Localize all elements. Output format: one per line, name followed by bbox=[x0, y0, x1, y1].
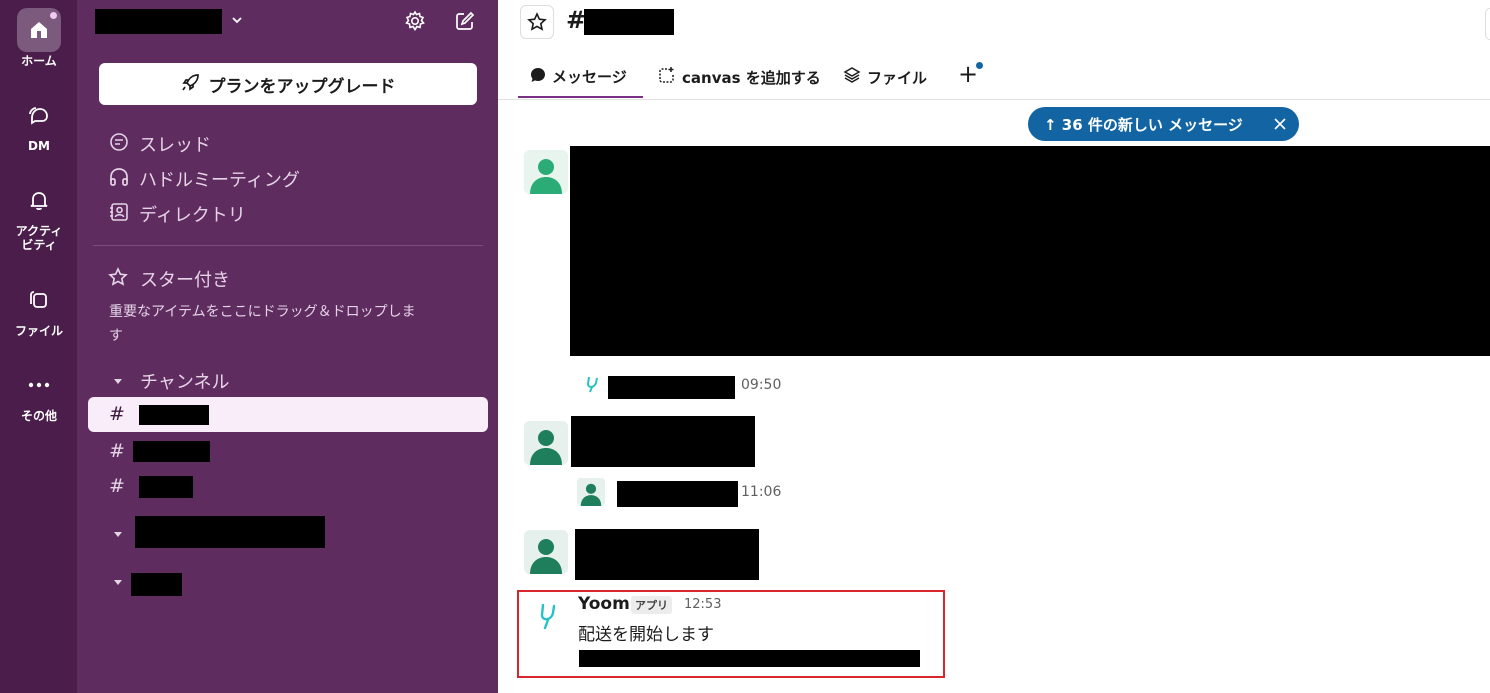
reply-time: 09:50 bbox=[741, 377, 782, 393]
message-bubble-icon bbox=[530, 67, 546, 87]
tab-files[interactable]: ファイル bbox=[843, 66, 927, 88]
sidebar-divider bbox=[93, 245, 483, 246]
settings-gear-icon[interactable] bbox=[404, 10, 426, 36]
tab-canvas-label: canvas を追加する bbox=[682, 68, 821, 87]
rail-more-label: その他 bbox=[20, 409, 57, 423]
channel-name-redacted bbox=[139, 476, 193, 498]
user-avatar-icon bbox=[524, 421, 568, 465]
rail-files-label: ファイル bbox=[14, 324, 63, 338]
channel-hash-icon: # bbox=[109, 403, 125, 425]
sidebar-item-threads[interactable]: スレッド bbox=[108, 131, 211, 157]
rail-home-label: ホーム bbox=[21, 54, 57, 68]
upgrade-plan-button[interactable]: プランをアップグレード bbox=[99, 63, 477, 105]
rail-activity[interactable]: アクティ ビティ bbox=[0, 178, 78, 252]
caret-down-icon bbox=[112, 372, 124, 391]
reply-avatar bbox=[577, 478, 605, 506]
message-time[interactable]: 12:53 bbox=[684, 597, 721, 612]
rocket-icon bbox=[181, 72, 201, 97]
app-badge: アプリ bbox=[631, 596, 672, 614]
collapsed-section-header[interactable] bbox=[112, 525, 124, 544]
workspace-rail: ホーム DM アクティ ビティ ファイル その他 bbox=[0, 0, 78, 693]
compose-icon[interactable] bbox=[454, 10, 476, 36]
tab-active-underline bbox=[518, 96, 643, 98]
upgrade-plan-label: プランをアップグレード bbox=[208, 76, 396, 97]
bell-icon bbox=[17, 178, 61, 222]
tab-messages[interactable]: メッセージ bbox=[530, 66, 627, 87]
channel-hash-icon: # bbox=[109, 475, 125, 497]
notification-dot bbox=[50, 12, 57, 19]
section-name-redacted bbox=[135, 516, 325, 548]
rail-home[interactable]: ホーム bbox=[0, 8, 78, 68]
sidebar-item-label: ハドルミーティング bbox=[139, 170, 300, 191]
rail-more[interactable]: その他 bbox=[0, 363, 78, 423]
header-right-edge bbox=[1485, 8, 1490, 40]
message-body-redacted bbox=[570, 146, 1490, 356]
channel-title-redacted[interactable] bbox=[584, 9, 674, 35]
tab-messages-label: メッセージ bbox=[552, 68, 627, 86]
sidebar-item-directory[interactable]: ディレクトリ bbox=[108, 201, 246, 227]
star-icon bbox=[527, 12, 547, 31]
workspace-name-redacted[interactable] bbox=[95, 9, 222, 34]
collapsed-section-header[interactable] bbox=[112, 573, 124, 592]
channel-name-redacted bbox=[139, 405, 209, 425]
new-messages-banner[interactable]: ↑ 36 件の新しい メッセージ bbox=[1028, 107, 1299, 141]
rail-dm-label: DM bbox=[28, 139, 50, 153]
user-avatar-icon bbox=[524, 530, 568, 574]
star-channel-button[interactable] bbox=[520, 5, 554, 39]
section-name-redacted bbox=[131, 573, 182, 596]
add-tab-button[interactable]: + bbox=[958, 62, 983, 86]
caret-down-icon bbox=[114, 580, 122, 585]
rail-dm[interactable]: DM bbox=[0, 93, 78, 153]
files-icon bbox=[17, 278, 61, 322]
channel-hash-icon: # bbox=[109, 440, 125, 462]
tab-add-canvas[interactable]: canvas を追加する bbox=[658, 66, 821, 88]
app-logo-icon bbox=[584, 375, 600, 397]
message-link-redacted[interactable] bbox=[579, 650, 920, 667]
headphones-icon bbox=[108, 166, 130, 192]
chevron-down-icon[interactable] bbox=[230, 12, 244, 31]
layers-icon bbox=[843, 66, 861, 88]
starred-hint-line-1: 重要なアイテムをここにドラッグ＆ドロップしま bbox=[109, 304, 416, 320]
starred-hint-line-2: す bbox=[109, 328, 123, 344]
directory-icon bbox=[108, 201, 130, 227]
channel-main: # メッセージ canvas を追加する ファイル + ↑ 36 件の新しい メ… bbox=[498, 0, 1490, 693]
message-body-redacted bbox=[571, 416, 755, 467]
avatar[interactable] bbox=[524, 150, 568, 194]
tab-files-label: ファイル bbox=[867, 68, 928, 87]
channel-name-redacted bbox=[133, 441, 210, 462]
new-messages-label: ↑ 36 件の新しい メッセージ bbox=[1044, 115, 1243, 134]
new-indicator-dot bbox=[976, 62, 983, 69]
tabs-divider bbox=[498, 99, 1490, 100]
rail-activity-label-2: ビティ bbox=[21, 238, 57, 252]
reply-time: 11:06 bbox=[741, 484, 782, 500]
more-icon bbox=[17, 363, 61, 407]
close-icon[interactable] bbox=[1273, 117, 1287, 135]
reply-users-redacted[interactable] bbox=[608, 376, 735, 399]
user-avatar-icon bbox=[524, 150, 568, 194]
threads-icon bbox=[108, 131, 130, 157]
rail-activity-label-1: アクティ bbox=[15, 224, 63, 238]
canvas-icon bbox=[658, 66, 676, 88]
yoom-logo-icon[interactable] bbox=[536, 602, 558, 634]
sidebar-item-label: ディレクトリ bbox=[139, 205, 246, 226]
reply-users-redacted[interactable] bbox=[617, 481, 738, 507]
rail-files[interactable]: ファイル bbox=[0, 278, 78, 338]
channels-section-header[interactable]: チャンネル bbox=[112, 368, 229, 394]
message-body-redacted bbox=[575, 529, 759, 580]
star-icon bbox=[108, 267, 128, 291]
sender-name[interactable]: Yoom bbox=[578, 594, 630, 614]
sidebar-item-label: スレッド bbox=[139, 135, 211, 156]
home-icon bbox=[17, 8, 61, 52]
caret-down-icon bbox=[114, 532, 122, 537]
starred-title: スター付き bbox=[140, 270, 230, 291]
user-avatar-icon bbox=[577, 478, 605, 506]
channel-sidebar: プランをアップグレード スレッド ハドルミーティング ディレクトリ スター付き … bbox=[78, 0, 498, 693]
avatar[interactable] bbox=[524, 530, 568, 574]
avatar[interactable] bbox=[524, 421, 568, 465]
dm-icon bbox=[17, 93, 61, 137]
starred-section-header[interactable]: スター付き bbox=[108, 266, 230, 292]
message-text: 配送を開始します bbox=[578, 625, 714, 645]
channels-title: チャンネル bbox=[140, 372, 230, 393]
sidebar-item-huddles[interactable]: ハドルミーティング bbox=[108, 166, 300, 192]
